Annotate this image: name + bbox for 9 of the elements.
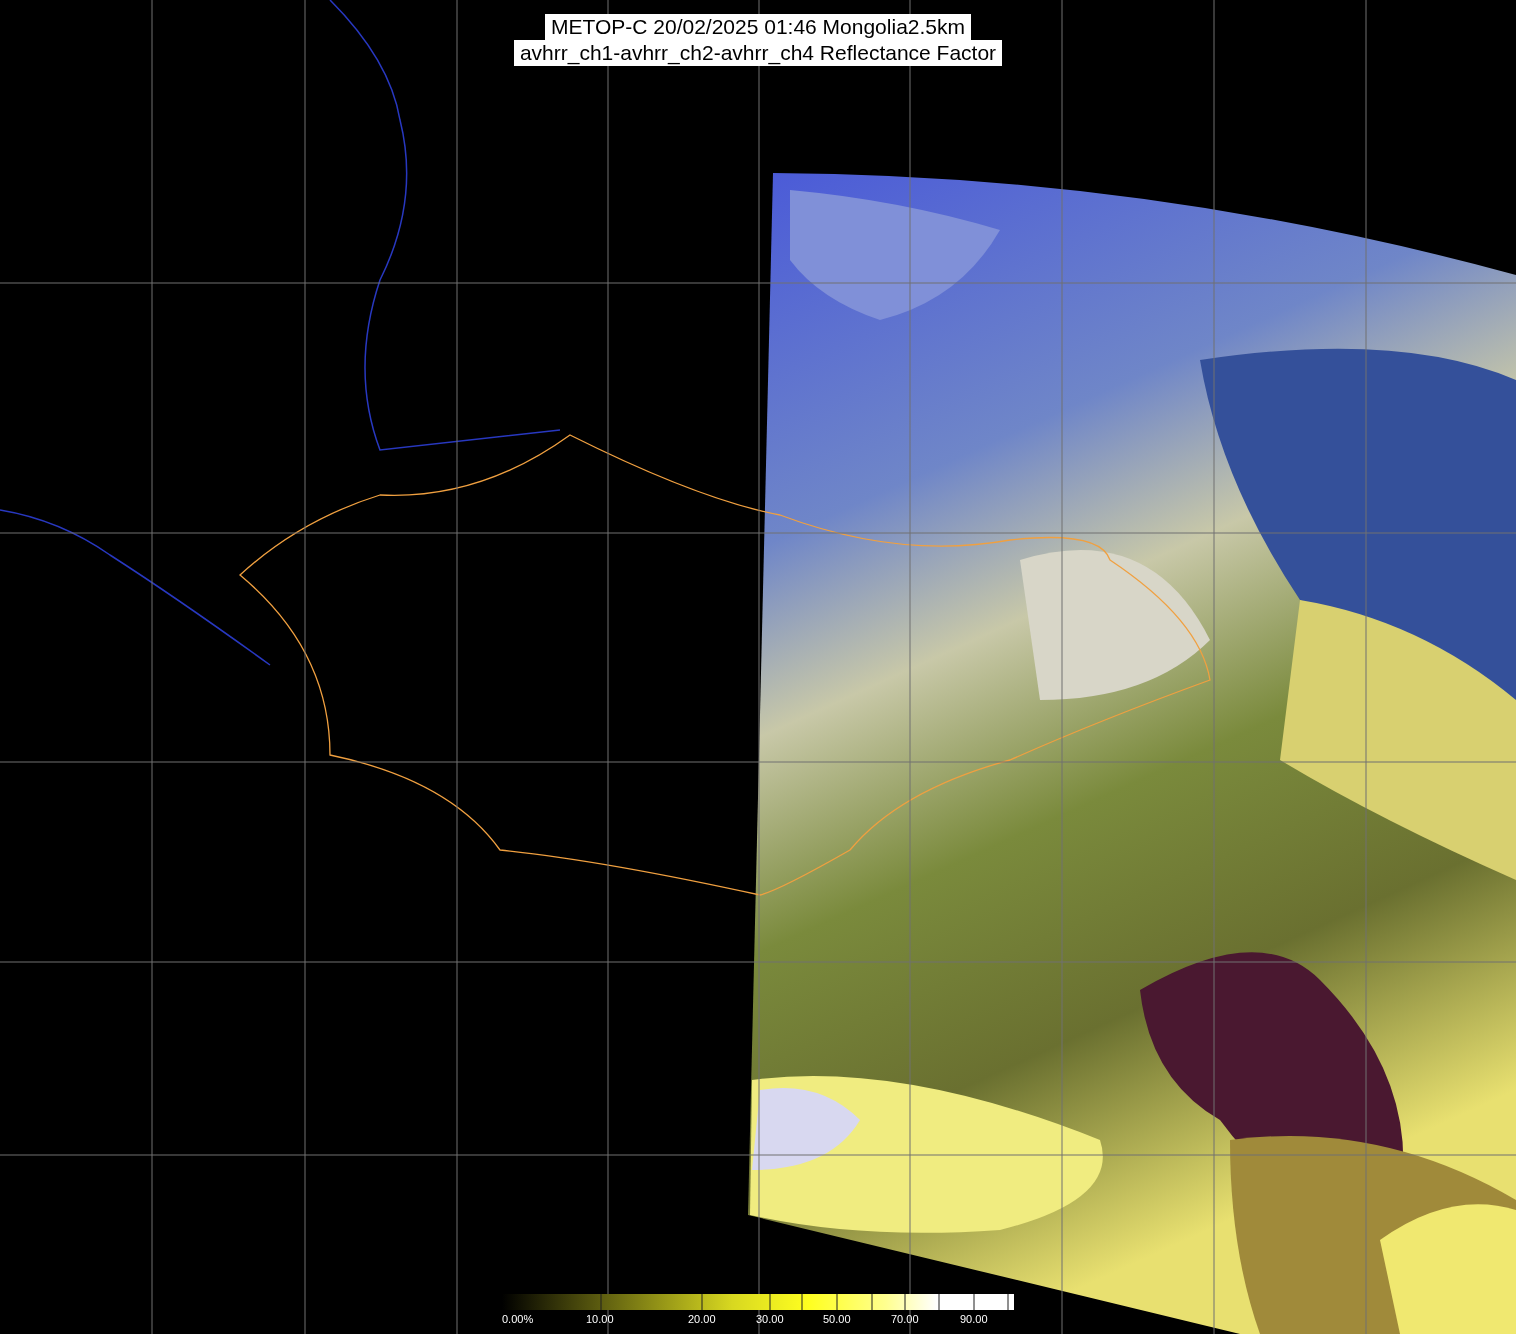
colorbar-label: 70.00	[891, 1313, 919, 1325]
colorbar-label: 20.00	[688, 1313, 716, 1325]
colorbar-label: 50.00	[823, 1313, 851, 1325]
image-title: avhrr_ch1-avhrr_ch2-avhrr_ch4 Reflectance Factor	[513, 40, 1003, 66]
colorbar-label: 30.00	[756, 1313, 784, 1325]
colorbar-label: 90.00	[960, 1313, 988, 1325]
image-title: METOP-C 20/02/2025 01:46 Mongolia2.5km	[545, 14, 971, 40]
colorbar-label: 0.00%	[502, 1313, 534, 1325]
colorbar-label: 10.00	[586, 1313, 614, 1325]
